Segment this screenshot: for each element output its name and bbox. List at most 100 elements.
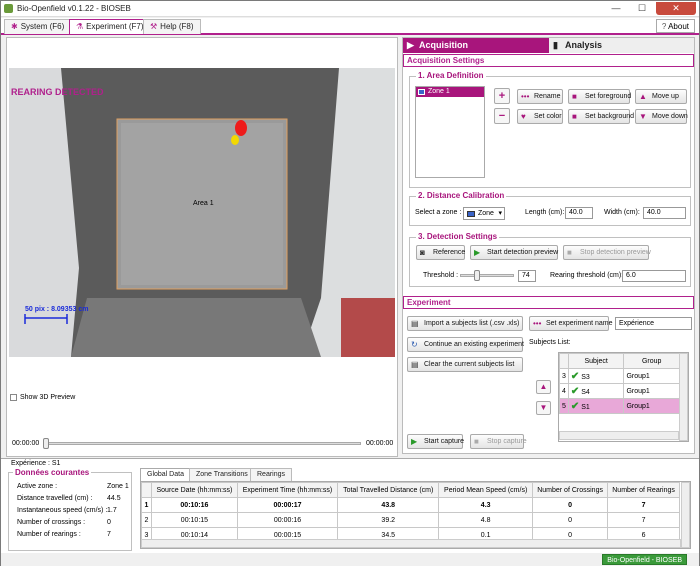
table-row[interactable]: 5 ✔ S1 Group1 (559, 398, 680, 414)
check-icon: ✔ (570, 370, 580, 382)
app-window: Bio-Openfield v0.1.22 - BIOSEB — ☐ ✕ ✱ Sy… (0, 0, 700, 566)
maximize-button[interactable]: ☐ (629, 2, 655, 15)
threshold-slider[interactable] (460, 274, 514, 277)
continue-experiment-button[interactable]: ↻ Continue an existing experiment (407, 337, 524, 352)
wrench-icon: ⚒ (150, 22, 158, 31)
window-title: Bio-Openfield v0.1.22 - BIOSEB (17, 4, 131, 13)
timeline-slider[interactable] (43, 442, 361, 445)
move-down-button[interactable]: ▼ Move down (635, 109, 688, 124)
detection-settings-group: 3. Detection Settings ◙ Reference ▶ Start … (409, 232, 691, 287)
app-icon (4, 4, 13, 13)
column-header[interactable]: Source Date (hh:mm:ss) (151, 482, 238, 498)
stop-capture-button[interactable]: ■ Stop capture (470, 434, 527, 449)
camera-icon: ◙ (420, 248, 425, 257)
zones-list[interactable]: Zone 1 (415, 86, 485, 178)
column-header[interactable]: Period Mean Speed (cm/s) (438, 482, 534, 498)
tab-analysis[interactable]: ▮ Analysis (549, 38, 694, 53)
import-subjects-button[interactable]: ▤ Import a subjects list (.csv .xls) (407, 316, 523, 331)
camera-view[interactable]: REARING DETECTED Area 1 50 pix : 8.09353… (9, 68, 395, 357)
close-button[interactable]: ✕ (656, 2, 696, 15)
show-3d-checkbox[interactable] (10, 394, 17, 401)
column-header[interactable]: Number of Rearings (607, 482, 680, 498)
stop-icon: ■ (474, 437, 479, 446)
gear-icon: ✱ (11, 22, 18, 31)
tab-rearings[interactable]: Rearings (250, 468, 293, 481)
square-icon: ■ (572, 92, 577, 101)
tab-zone-transitions[interactable]: Zone Transitions (189, 468, 255, 481)
camera-frame (9, 68, 395, 357)
arrow-up-icon: ▲ (639, 92, 647, 101)
remove-zone-button[interactable]: − (494, 108, 510, 124)
start-preview-button[interactable]: ▶ Start detection preview (470, 245, 558, 260)
table-row[interactable]: 1 00:10:16 00:00:17 43.8 4.3 0 7 (141, 497, 680, 513)
time-end: 00:00:00 (366, 440, 394, 447)
rename-button[interactable]: ••• Rename (517, 89, 563, 104)
zone-color-swatch (467, 211, 475, 217)
subject-down-button[interactable]: ▼ (536, 401, 551, 415)
column-header[interactable]: Number of Crossings (532, 482, 609, 498)
current-data-group: Données courantes Active zone : Zone 1 Di… (8, 468, 132, 551)
set-experiment-name-button[interactable]: ••• Set experiment name (529, 316, 613, 331)
zone-color-swatch (418, 89, 425, 95)
add-zone-button[interactable]: + (494, 88, 510, 104)
table-row[interactable]: 4 ✔ S4 Group1 (559, 383, 680, 399)
subject-column-header[interactable]: Subject (567, 353, 625, 369)
set-color-button[interactable]: ♥ Set color (517, 109, 563, 124)
reference-button[interactable]: ◙ Reference (416, 245, 465, 260)
table-row[interactable]: 3 ✔ S3 Group1 (559, 368, 680, 384)
tab-acquisition[interactable]: ▶ Acquisition (403, 38, 549, 53)
rearing-threshold-field[interactable]: 6.0 (622, 270, 686, 282)
area-label: Area 1 (193, 200, 214, 207)
threshold-field[interactable]: 74 (518, 270, 536, 282)
subject-up-button[interactable]: ▲ (536, 380, 551, 394)
group-column-header[interactable]: Group (623, 353, 680, 369)
set-background-button[interactable]: ■ Set background (568, 109, 634, 124)
timeline-knob[interactable] (43, 438, 49, 449)
arrow-down-icon: ▼ (539, 403, 548, 412)
play-icon: ▶ (407, 40, 414, 50)
heart-icon: ♥ (521, 112, 526, 121)
data-vscroll[interactable] (681, 482, 690, 548)
arrow-down-icon: ▼ (639, 112, 647, 121)
check-icon: ✔ (570, 400, 580, 412)
refresh-icon: ↻ (411, 340, 418, 349)
flask-icon: ⚗ (76, 22, 84, 31)
minimize-button[interactable]: — (603, 2, 629, 15)
play-icon: ▶ (411, 437, 418, 446)
subject-marker (235, 120, 247, 136)
subjects-vscroll[interactable] (679, 353, 688, 441)
move-up-button[interactable]: ▲ Move up (635, 89, 687, 104)
tab-system[interactable]: ✱ System (F6) (4, 19, 72, 34)
experiment-header: Experiment (403, 296, 694, 309)
start-capture-button[interactable]: ▶ Start capture (407, 434, 464, 449)
table-row[interactable]: 2 00:10:15 00:00:16 39.2 4.8 0 7 (141, 512, 680, 528)
column-header[interactable]: Experiment Time (hh:mm:ss) (236, 482, 339, 498)
experiment-name-field[interactable]: Expérience (615, 317, 692, 330)
distance-calibration-group: 2. Distance Calibration Select a zone : … (409, 191, 691, 226)
about-button[interactable]: ? About (655, 19, 695, 33)
width-field[interactable]: 40.0 (643, 207, 686, 219)
title-bar: Bio-Openfield v0.1.22 - BIOSEB — ☐ ✕ (1, 1, 699, 17)
status-badge: Bio-Openfield - BIOSEB (602, 554, 687, 565)
play-icon: ▶ (474, 248, 481, 257)
list-icon: ▤ (411, 360, 419, 369)
threshold-knob[interactable] (473, 270, 480, 281)
acquisition-settings-header: Acquisition Settings (403, 54, 694, 67)
length-field[interactable]: 40.0 (565, 207, 593, 219)
data-hscroll[interactable] (141, 539, 681, 548)
scale-label: 50 pix : 8.09353 cm (25, 306, 89, 313)
zone-select[interactable]: Zone ▾ (463, 207, 505, 220)
tab-help[interactable]: ⚒ Help (F8) (143, 19, 201, 34)
column-header[interactable]: Total Travelled Distance (cm) (337, 482, 440, 498)
subjects-hscroll[interactable] (559, 431, 679, 440)
dots-icon: ••• (533, 319, 542, 328)
tab-global-data[interactable]: Global Data (140, 468, 191, 481)
set-foreground-button[interactable]: ■ Set foreground (568, 89, 631, 104)
clear-subjects-button[interactable]: ▤ Clear the current subjects list (407, 357, 523, 372)
square-icon: ■ (572, 112, 577, 121)
subjects-table: Subject Group 3 ✔ S3 Group1 4 ✔ S4 Group1 5 ✔ … (558, 352, 689, 442)
tab-experiment[interactable]: ⚗ Experiment (F7) (69, 19, 151, 34)
zone-item[interactable]: Zone 1 (416, 87, 484, 97)
stop-preview-button[interactable]: ■ Stop detection preview (563, 245, 651, 260)
subjects-list-label: Subjects List: (529, 339, 571, 346)
